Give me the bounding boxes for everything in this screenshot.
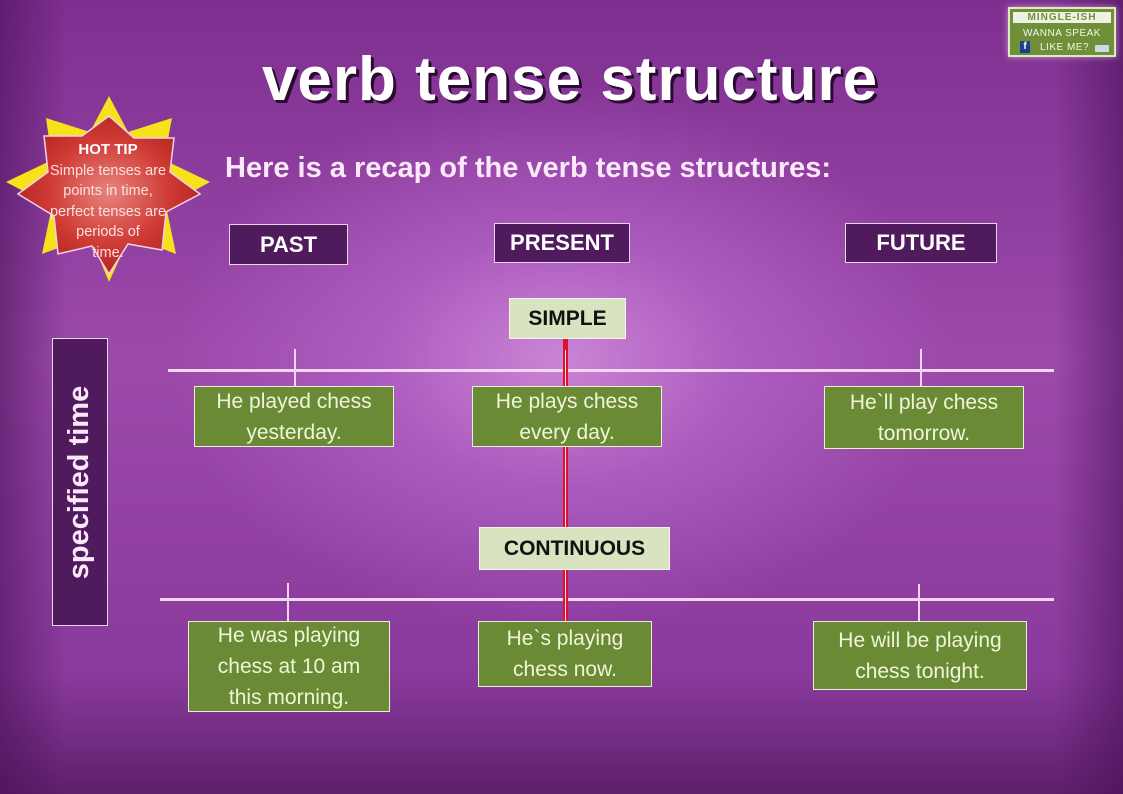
aspect-continuous-box: CONTINUOUS <box>479 527 670 570</box>
example-line: He`s playing <box>506 627 624 650</box>
tense-future-label: FUTURE <box>876 230 966 255</box>
example-line: He was playing <box>217 624 361 647</box>
specified-time-label: specified time <box>63 385 96 579</box>
example-line: chess now. <box>513 658 617 681</box>
badge-brand: MINGLE-ISH <box>1013 12 1111 23</box>
hot-tip-heading: HOT TIP <box>78 141 138 158</box>
hot-tip-line: Simple tenses are <box>49 162 167 179</box>
tense-past-label: PAST <box>259 231 318 257</box>
hot-tip-line: time. <box>92 244 124 261</box>
simple-future-tick <box>920 349 922 387</box>
simple-past-tick <box>294 349 296 387</box>
continuous-past-tick <box>287 583 289 621</box>
example-simple-past: He played chess yesterday. <box>194 386 394 447</box>
example-line: yesterday. <box>246 420 342 444</box>
example-line: chess at 10 am <box>217 655 361 678</box>
example-continuous-past: He was playing chess at 10 am this morni… <box>188 621 390 712</box>
example-simple-future: He`ll play chess tomorrow. <box>824 386 1024 449</box>
tense-future-box: FUTURE <box>845 223 997 263</box>
continuous-future-tick <box>918 584 920 622</box>
example-line: every day. <box>519 420 615 444</box>
aspect-simple-box: SIMPLE <box>509 298 626 339</box>
subtitle: Here is a recap of the verb tense struct… <box>225 152 832 184</box>
aspect-continuous-label: CONTINUOUS <box>503 536 646 560</box>
example-line: He played chess <box>216 389 372 413</box>
badge-line-1: WANNA SPEAK <box>1023 28 1101 39</box>
example-line: tomorrow. <box>877 421 971 445</box>
example-line: He`ll play chess <box>849 390 999 414</box>
tense-present-label: PRESENT <box>510 230 614 255</box>
example-line: He plays chess <box>495 389 639 413</box>
example-line: chess tonight. <box>855 659 985 683</box>
tense-past-box: PAST <box>229 224 348 265</box>
example-simple-present: He plays chess every day. <box>472 386 662 447</box>
example-continuous-future: He will be playing chess tonight. <box>813 621 1027 690</box>
example-continuous-present: He`s playing chess now. <box>478 621 652 687</box>
example-line: this morning. <box>228 686 350 709</box>
specified-time-box: specified time <box>52 338 108 626</box>
hot-tip-line: points in time, <box>63 183 153 199</box>
hot-tip-line: periods of <box>76 224 140 240</box>
tense-present-box: PRESENT <box>494 223 630 263</box>
hot-tip: HOT TIP Simple tenses are points in time… <box>30 140 186 263</box>
hot-tip-line: perfect tenses are <box>49 203 167 220</box>
aspect-simple-label: SIMPLE <box>528 306 607 330</box>
example-line: He will be playing <box>838 628 1002 652</box>
